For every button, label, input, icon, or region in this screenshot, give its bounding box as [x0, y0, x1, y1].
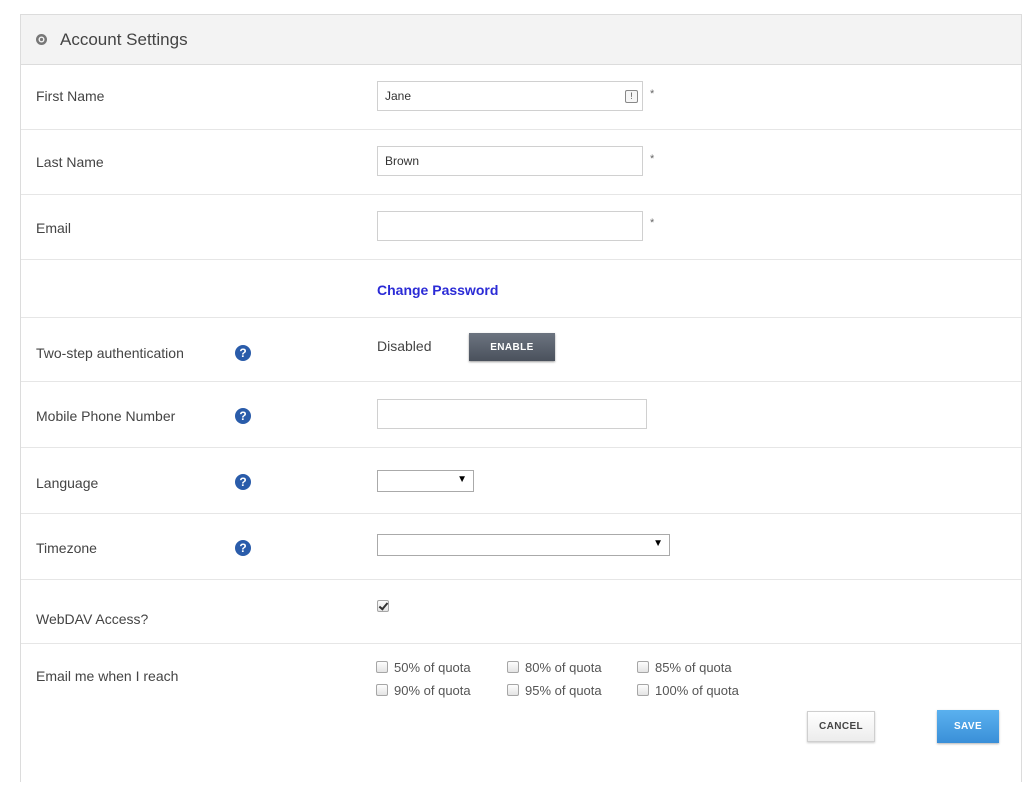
- required-mark: *: [650, 153, 655, 165]
- save-button[interactable]: SAVE: [937, 710, 999, 743]
- email-quota-label: Email me when I reach: [36, 668, 179, 684]
- two-step-status: Disabled: [377, 338, 432, 354]
- first-name-row: First Name ! *: [21, 65, 1021, 130]
- quota-50-checkbox[interactable]: [376, 661, 388, 673]
- mobile-phone-row: Mobile Phone Number ?: [21, 382, 1021, 448]
- webdav-row: WebDAV Access?: [21, 580, 1021, 644]
- webdav-checkbox[interactable]: [377, 600, 389, 612]
- quota-80-checkbox[interactable]: [507, 661, 519, 673]
- cancel-button[interactable]: CANCEL: [807, 711, 875, 742]
- enable-two-step-button[interactable]: ENABLE: [469, 333, 555, 361]
- panel-title: Account Settings: [60, 29, 188, 49]
- quota-100-label: 100% of quota: [655, 683, 739, 698]
- mobile-phone-input[interactable]: [377, 399, 647, 429]
- change-password-row: Change Password: [21, 260, 1021, 318]
- email-label: Email: [36, 220, 72, 236]
- quota-50-label: 50% of quota: [394, 660, 471, 675]
- top-cropped-text: [0, 0, 1028, 14]
- help-icon[interactable]: ?: [235, 540, 251, 556]
- timezone-label: Timezone: [36, 540, 97, 556]
- required-mark: *: [650, 88, 655, 100]
- email-row: Email *: [21, 195, 1021, 260]
- alert-badge-icon[interactable]: !: [625, 90, 638, 103]
- first-name-label: First Name: [36, 88, 105, 104]
- dropdown-arrow-icon: ▼: [653, 538, 663, 549]
- help-icon[interactable]: ?: [235, 345, 251, 361]
- first-name-input[interactable]: [377, 81, 643, 111]
- last-name-label: Last Name: [36, 154, 104, 170]
- dropdown-arrow-icon: ▼: [457, 474, 467, 485]
- panel-header: Account Settings: [21, 15, 1021, 65]
- quota-80-label: 80% of quota: [525, 660, 602, 675]
- change-password-link[interactable]: Change Password: [377, 282, 498, 298]
- quota-90-checkbox[interactable]: [376, 684, 388, 696]
- quota-90-label: 90% of quota: [394, 683, 471, 698]
- two-step-label: Two-step authentication: [36, 345, 184, 361]
- quota-100-checkbox[interactable]: [637, 684, 649, 696]
- language-select[interactable]: ▼: [377, 470, 474, 492]
- required-mark: *: [650, 217, 655, 229]
- language-label: Language: [36, 475, 99, 491]
- timezone-select[interactable]: ▼: [377, 534, 670, 556]
- help-icon[interactable]: ?: [235, 408, 251, 424]
- last-name-row: Last Name *: [21, 130, 1021, 195]
- webdav-label: WebDAV Access?: [36, 611, 149, 627]
- quota-85-checkbox[interactable]: [637, 661, 649, 673]
- help-icon[interactable]: ?: [235, 474, 251, 490]
- mobile-phone-label: Mobile Phone Number: [36, 408, 176, 424]
- last-name-input[interactable]: [377, 146, 643, 176]
- quota-95-label: 95% of quota: [525, 683, 602, 698]
- email-input[interactable]: [377, 211, 643, 241]
- language-row: Language ? ▼: [21, 448, 1021, 514]
- two-step-row: Two-step authentication ? Disabled ENABL…: [21, 318, 1021, 382]
- gear-icon: [36, 34, 47, 45]
- quota-85-label: 85% of quota: [655, 660, 732, 675]
- quota-95-checkbox[interactable]: [507, 684, 519, 696]
- timezone-row: Timezone ? ▼: [21, 514, 1021, 580]
- account-settings-panel: Account Settings First Name ! * Last Nam…: [20, 14, 1022, 782]
